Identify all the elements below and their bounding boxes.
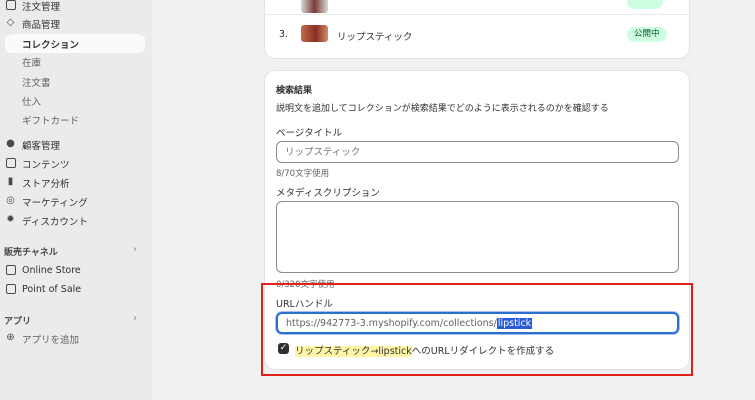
image-icon (5, 157, 16, 168)
sidebar: 注文管理 ◇ 商品管理 コレクション 在庫 注文書 仕入 ギフトカード ● 顧客… (0, 0, 152, 400)
row-number: 3. (279, 29, 289, 40)
sidebar-item-customers[interactable]: ● 顧客管理 (0, 135, 145, 154)
sidebar-item-point-of-sale[interactable]: Point of Sale (0, 280, 145, 299)
inbox-icon (5, 0, 16, 10)
sidebar-item-orders[interactable]: 注文管理 (0, 0, 145, 15)
chevron-right-icon[interactable]: › (133, 244, 137, 255)
page-title-count: 8/70文字使用 (276, 169, 330, 179)
target-icon: ◎ (6, 195, 15, 206)
store-icon (5, 264, 16, 275)
sidebar-item-discounts[interactable]: ✹ ディスカウント (0, 211, 145, 230)
product-name[interactable]: リップスティック (337, 29, 412, 43)
sidebar-item-online-store[interactable]: Online Store (0, 261, 145, 280)
sales-channels-header[interactable]: 販売チャネル (4, 245, 58, 258)
status-badge (627, 0, 663, 9)
sidebar-item-inventory[interactable]: 在庫 (0, 52, 145, 71)
sidebar-item-purchase-orders[interactable]: 注文書 (0, 72, 145, 91)
sidebar-item-analytics[interactable]: ▮ ストア分析 (0, 173, 145, 192)
plus-circle-icon: ⊕ (6, 332, 15, 343)
meta-description-label: メタディスクリプション (276, 188, 380, 199)
product-thumbnail (301, 0, 328, 13)
seo-title: 検索結果 (276, 86, 313, 96)
status-badge: 公開中 (627, 27, 667, 42)
sidebar-item-products[interactable]: ◇ 商品管理 (0, 14, 145, 33)
page-title-label: ページタイトル (276, 128, 343, 139)
tag-icon: ◇ (6, 17, 15, 28)
seo-description: 説明文を追加してコレクションが検索結果でどのように表示されるのかを確認する (276, 104, 609, 114)
apps-header[interactable]: アプリ (4, 314, 31, 327)
discount-icon: ✹ (6, 214, 15, 225)
sidebar-item-gift-cards[interactable]: ギフトカード (0, 110, 145, 129)
pos-icon (5, 283, 16, 294)
page-title-input[interactable] (276, 141, 679, 163)
products-card: 3. リップスティック 公開中 (265, 0, 689, 58)
product-thumbnail (301, 25, 328, 42)
add-app-button[interactable]: ⊕ アプリを追加 (0, 329, 145, 348)
meta-description-textarea[interactable] (276, 201, 679, 273)
sidebar-item-content[interactable]: コンテンツ (0, 154, 145, 173)
highlight-box (261, 283, 693, 376)
chevron-right-icon[interactable]: › (133, 313, 137, 324)
row-divider (265, 14, 689, 15)
sidebar-item-marketing[interactable]: ◎ マーケティング (0, 192, 145, 211)
sidebar-item-transfers[interactable]: 仕入 (0, 91, 145, 110)
sidebar-item-collections[interactable]: コレクション (5, 34, 145, 53)
bar-chart-icon: ▮ (7, 176, 14, 187)
person-icon: ● (6, 138, 15, 149)
